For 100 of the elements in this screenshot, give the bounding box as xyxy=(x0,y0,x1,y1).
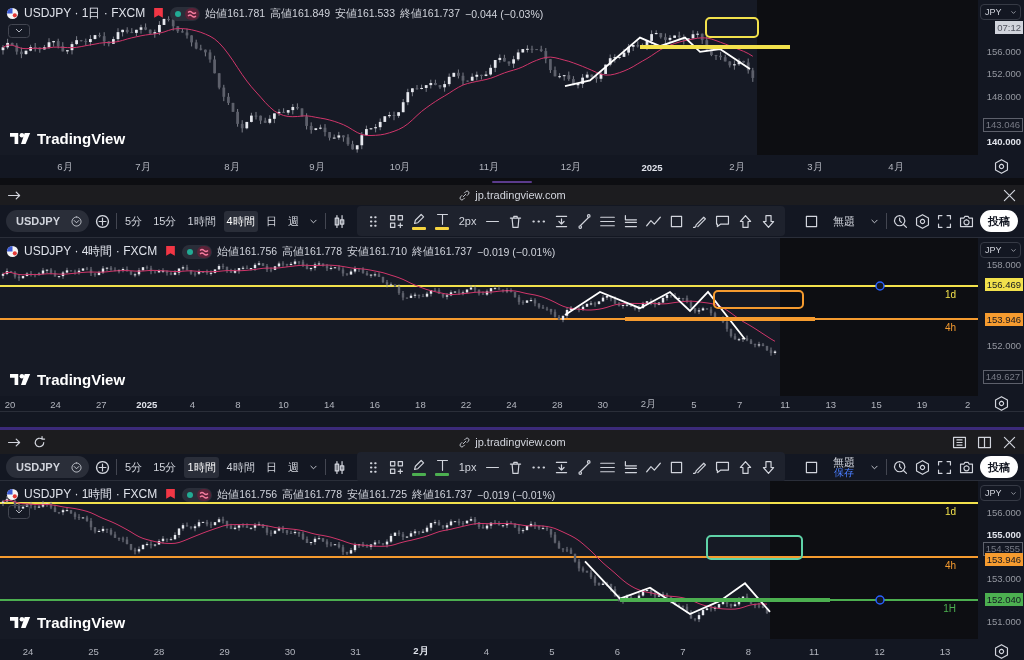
price-label: 140.000 xyxy=(985,135,1022,148)
settings-icon[interactable] xyxy=(992,158,1010,175)
interval-tab[interactable]: 日 xyxy=(262,210,280,232)
currency-dropdown[interactable]: JPY xyxy=(980,485,1021,501)
currency-flag-icon xyxy=(6,488,19,501)
trend-line[interactable] xyxy=(564,36,751,87)
ohlc-value: 始値161.781 xyxy=(205,6,266,21)
settings-icon[interactable] xyxy=(992,642,1010,660)
time-label: 4 xyxy=(189,398,196,409)
time-label: 6月 xyxy=(57,160,73,173)
ohlc-value: 始値161.756 xyxy=(217,487,278,502)
anchor-handle[interactable] xyxy=(875,281,885,291)
interval-tab[interactable]: 5分 xyxy=(122,210,146,232)
time-label: 24 xyxy=(22,645,34,657)
symbol-title: USDJPY · 1時間 · FXCM xyxy=(24,486,158,503)
fullscreen-icon[interactable] xyxy=(936,458,953,476)
interval-tab[interactable]: 日 xyxy=(262,456,280,478)
chevron-icon xyxy=(70,214,84,228)
time-label: 2月 xyxy=(729,160,745,173)
symbol-button[interactable]: USDJPY xyxy=(6,210,90,232)
chevron-icon xyxy=(70,460,84,474)
magnifier-icon[interactable] xyxy=(892,212,909,230)
price-label: 155.000 xyxy=(985,528,1022,541)
price-label: 158.000 xyxy=(985,258,1022,271)
time-label: 11 xyxy=(780,398,791,409)
logo-text: TradingView xyxy=(37,130,126,147)
interval-tab[interactable]: 1時間 xyxy=(184,210,219,232)
time-label: 2月 xyxy=(413,644,429,658)
time-label: 4月 xyxy=(888,160,904,173)
magnifier-icon[interactable] xyxy=(892,458,909,476)
interval-tab[interactable]: 1時間 xyxy=(184,456,219,478)
time-label: 3月 xyxy=(807,160,823,173)
zone-rectangle[interactable] xyxy=(705,17,759,38)
level-label: 1H xyxy=(943,603,956,614)
url-text[interactable]: jp.tradingview.com xyxy=(475,189,566,201)
settings-icon[interactable] xyxy=(914,212,931,230)
time-label: 30 xyxy=(284,645,296,657)
price-label: 07:12 xyxy=(995,21,1023,34)
time-label: 11 xyxy=(809,645,819,657)
currency-flag-icon xyxy=(6,7,19,20)
time-label: 4 xyxy=(483,645,490,657)
path-icon[interactable] xyxy=(576,458,594,476)
currency-flag-icon xyxy=(6,245,19,258)
zone-rectangle[interactable] xyxy=(713,290,804,309)
trend-line[interactable] xyxy=(564,290,746,341)
symbol-button[interactable]: USDJPY xyxy=(6,456,90,478)
currency-dropdown[interactable]: JPY xyxy=(980,4,1021,20)
collapse-icon[interactable] xyxy=(8,505,30,519)
time-label: 14 xyxy=(323,398,335,409)
channel-icon[interactable] xyxy=(622,458,640,476)
shapes-icon[interactable] xyxy=(387,212,405,230)
time-label: 9月 xyxy=(309,160,325,173)
time-label: 27 xyxy=(95,398,107,409)
zone-rectangle[interactable] xyxy=(706,535,803,560)
level-label: 4h xyxy=(944,322,956,333)
interval-tab[interactable]: 週 xyxy=(284,210,302,232)
stroke-width-button[interactable]: 1px xyxy=(456,461,479,473)
time-label: 2 xyxy=(964,398,971,409)
interval-tab[interactable]: 4時間 xyxy=(223,210,258,232)
symbol-title: USDJPY · 1日 · FXCM xyxy=(24,5,146,22)
publish-button[interactable]: 投稿 xyxy=(980,456,1018,478)
time-label: 5 xyxy=(549,645,555,657)
ohlc-value: 安値161.725 xyxy=(347,487,408,502)
settings-icon[interactable] xyxy=(992,395,1010,412)
layout-button[interactable]: 無題 保存 xyxy=(825,456,863,478)
url-text[interactable]: jp.tradingview.com xyxy=(475,436,566,448)
logo-icon xyxy=(10,132,32,145)
path-icon[interactable] xyxy=(576,212,594,230)
time-label: 31 xyxy=(350,645,361,657)
level-label: 4h xyxy=(944,560,956,571)
trend-line[interactable] xyxy=(584,560,771,616)
currency-dropdown[interactable]: JPY xyxy=(980,242,1021,258)
time-label: 2月 xyxy=(640,397,657,410)
settings-icon[interactable] xyxy=(914,458,931,476)
interval-tab[interactable]: 5分 xyxy=(122,456,146,478)
layout-button[interactable]: 無題 xyxy=(825,215,863,227)
resize-handle[interactable] xyxy=(492,180,532,183)
interval-tab[interactable]: 4時間 xyxy=(223,456,258,478)
time-label: 16 xyxy=(369,398,381,409)
channel-icon[interactable] xyxy=(622,212,640,230)
interval-tab[interactable]: 15分 xyxy=(150,456,180,478)
price-label: 143.046 xyxy=(982,118,1023,132)
anchor-handle[interactable] xyxy=(875,595,885,605)
interval-tab[interactable]: 週 xyxy=(284,456,302,478)
price-label: 156.469 xyxy=(984,278,1023,291)
price-label: 152.000 xyxy=(985,67,1022,80)
shapes-icon[interactable] xyxy=(387,458,405,476)
logo-icon xyxy=(10,373,32,386)
interval-tab[interactable]: 15分 xyxy=(150,210,180,232)
fullscreen-icon[interactable] xyxy=(936,212,953,230)
price-label: 151.000 xyxy=(985,615,1022,628)
price-label: 153.000 xyxy=(985,572,1022,585)
add-icon[interactable] xyxy=(94,458,112,476)
time-label: 12 xyxy=(874,645,885,657)
add-icon[interactable] xyxy=(94,212,112,230)
market-status-icon xyxy=(182,487,213,502)
link-icon xyxy=(458,188,472,202)
publish-button[interactable]: 投稿 xyxy=(980,210,1018,232)
stroke-width-button[interactable]: 2px xyxy=(456,215,479,227)
time-label: 2025 xyxy=(136,398,158,409)
